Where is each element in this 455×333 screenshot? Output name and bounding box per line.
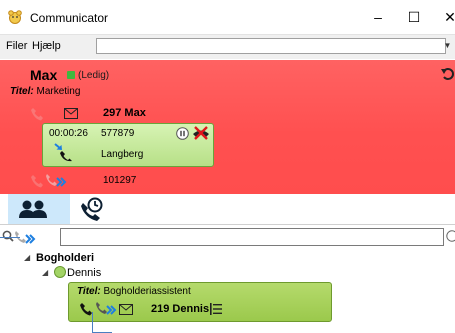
refresh-icon[interactable]	[441, 66, 455, 82]
mail-icon[interactable]	[119, 304, 133, 315]
title-bar: Communicator – ☐ ✕	[0, 0, 455, 34]
tree-person-label[interactable]: Dennis	[67, 267, 101, 279]
call-name: Langberg	[101, 149, 144, 160]
app-icon	[8, 10, 22, 24]
annotation-line	[0, 237, 20, 238]
menu-bar: Filer Hjælp ▼	[0, 34, 455, 59]
maximize-button[interactable]: ☐	[396, 5, 432, 29]
tab-contacts[interactable]	[8, 194, 70, 224]
title-value: Marketing	[36, 86, 81, 97]
call-forward-icon[interactable]	[45, 172, 67, 188]
forward-number: 101297	[103, 175, 137, 186]
minimize-button[interactable]: –	[360, 5, 396, 29]
title-label: Titel:	[10, 86, 34, 97]
contacts-tree: ◢ Bogholderi ◢ Dennis Titel: Bogholderia…	[0, 249, 455, 333]
phone-icon[interactable]	[30, 107, 44, 121]
list-icon[interactable]	[210, 303, 222, 315]
incoming-call-icon	[54, 143, 72, 162]
contact-title-value: Bogholderiassistent	[103, 286, 191, 297]
dropdown-arrow-icon[interactable]: ▼	[440, 38, 455, 54]
contact-title-line: Titel: Bogholderiassistent	[77, 286, 191, 297]
contact-title-label: Titel:	[77, 286, 101, 297]
search-icon	[2, 230, 14, 242]
tab-bar	[0, 194, 455, 225]
call-forward-icon[interactable]	[95, 300, 117, 316]
call-number: 577879	[101, 128, 135, 139]
communicator-window: Communicator – ☐ ✕ Filer Hjælp ▼ Max (Le…	[0, 0, 455, 333]
phone-history-icon	[81, 197, 103, 221]
phone-icon[interactable]	[30, 174, 44, 188]
tab-history[interactable]	[72, 194, 112, 224]
clear-search-icon[interactable]	[446, 230, 455, 242]
user-status: (Ledig)	[78, 70, 110, 81]
search-input[interactable]	[60, 228, 444, 246]
status-available-icon	[54, 266, 66, 278]
menu-filer[interactable]: Filer	[6, 40, 27, 52]
contact-card[interactable]: Titel: Bogholderiassistent 219 Dennis	[68, 282, 332, 322]
phone-icon[interactable]	[79, 302, 93, 316]
user-name: Max	[30, 67, 58, 83]
status-available-icon	[67, 71, 75, 79]
expand-arrow-icon[interactable]: ◢	[24, 253, 30, 262]
annotation-line	[92, 312, 93, 333]
tree-group-label[interactable]: Bogholderi	[36, 252, 94, 264]
user-title-line: Titel: Marketing	[10, 86, 80, 97]
mail-icon[interactable]	[64, 108, 78, 119]
menu-dropdown-input[interactable]	[96, 38, 446, 54]
menu-hjaelp[interactable]: Hjælp	[32, 40, 61, 52]
expand-arrow-icon[interactable]: ◢	[42, 268, 48, 277]
extension-label: 297 Max	[103, 107, 146, 119]
user-status-panel: Max (Ledig) Titel: Marketing 297 Max 00:…	[0, 60, 455, 194]
call-duration: 00:00:26	[49, 128, 88, 139]
window-title: Communicator	[30, 11, 109, 25]
close-button[interactable]: ✕	[432, 5, 455, 29]
search-row	[0, 226, 455, 248]
contact-extension: 219 Dennis	[151, 303, 210, 315]
hangup-icon[interactable]	[192, 125, 210, 141]
active-call-card[interactable]: 00:00:26 577879 Langberg	[42, 123, 214, 167]
people-icon	[19, 200, 47, 218]
pause-icon[interactable]	[176, 127, 189, 140]
